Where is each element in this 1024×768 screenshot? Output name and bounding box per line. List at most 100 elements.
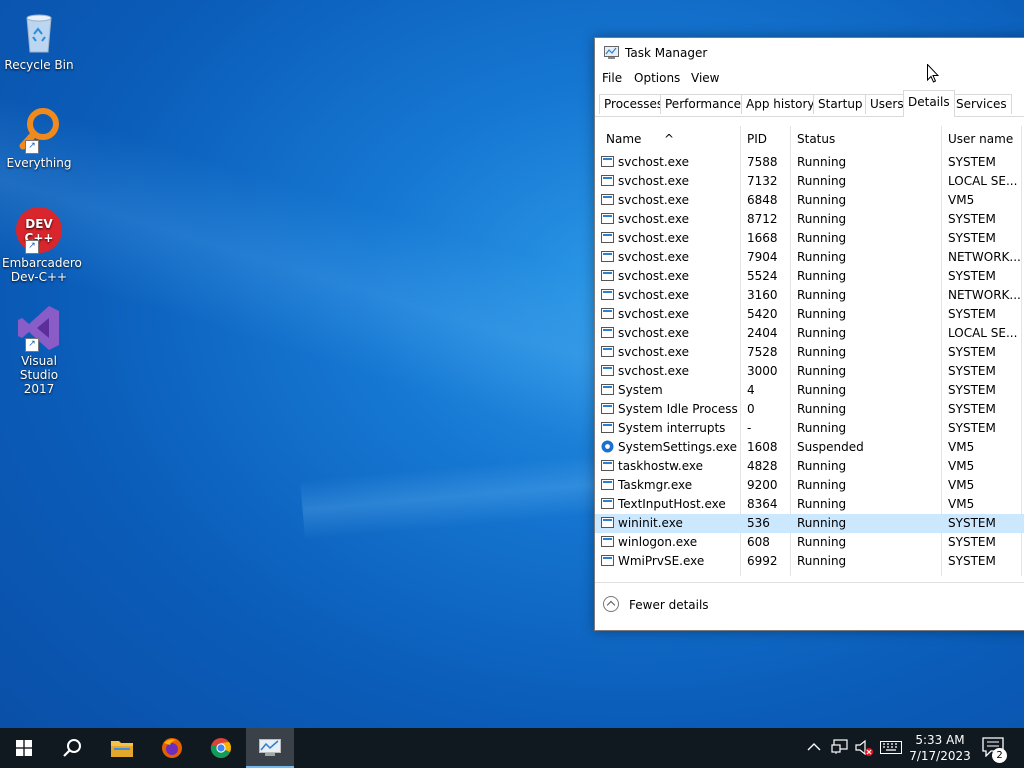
- tab-startup[interactable]: Startup: [813, 94, 868, 114]
- desktop-icon-recycle-bin[interactable]: Recycle Bin: [2, 8, 76, 72]
- pid-cell: 8712: [747, 212, 778, 226]
- task-manager-taskbar-button[interactable]: [246, 728, 294, 768]
- menu-bar: File Options View: [595, 69, 1024, 89]
- table-row[interactable]: svchost.exe 8712 Running SYSTEM: [595, 210, 1024, 229]
- window-title: Task Manager: [625, 46, 708, 60]
- tab-performance[interactable]: Performance: [660, 94, 747, 114]
- file-explorer-button[interactable]: [98, 728, 146, 768]
- status-cell: Suspended: [797, 440, 864, 454]
- firefox-icon: [162, 738, 182, 758]
- status-cell: Running: [797, 516, 847, 530]
- search-button[interactable]: [48, 728, 96, 768]
- desktop-icon-everything[interactable]: ↗ Everything: [2, 106, 76, 170]
- status-cell: Running: [797, 535, 847, 549]
- menu-view[interactable]: View: [691, 71, 719, 85]
- table-row[interactable]: svchost.exe 3000 Running SYSTEM: [595, 362, 1024, 381]
- process-name-cell: Taskmgr.exe: [618, 478, 693, 492]
- table-row[interactable]: svchost.exe 7132 Running LOCAL SE...: [595, 172, 1024, 191]
- process-name-cell: System Idle Process: [618, 402, 738, 416]
- chevron-up-icon[interactable]: [807, 742, 821, 752]
- status-cell: Running: [797, 478, 847, 492]
- column-header-pid[interactable]: PID: [747, 132, 767, 146]
- user-name-cell: LOCAL SE...: [948, 326, 1018, 340]
- pid-cell: 3000: [747, 364, 778, 378]
- tab-app-history[interactable]: App history: [741, 94, 820, 114]
- user-name-cell: SYSTEM: [948, 307, 996, 321]
- status-cell: Running: [797, 155, 847, 169]
- process-window-icon: [601, 251, 614, 262]
- table-row[interactable]: System 4 Running SYSTEM: [595, 381, 1024, 400]
- tab-details[interactable]: Details: [903, 90, 955, 117]
- column-header-name[interactable]: Name: [606, 132, 641, 146]
- pid-cell: 6848: [747, 193, 778, 207]
- table-row[interactable]: svchost.exe 5420 Running SYSTEM: [595, 305, 1024, 324]
- table-row[interactable]: taskhostw.exe 4828 Running VM5: [595, 457, 1024, 476]
- tab-services[interactable]: Services: [951, 94, 1012, 114]
- task-manager-icon: [259, 739, 281, 756]
- svg-text:DEV: DEV: [25, 217, 53, 231]
- process-name-cell: svchost.exe: [618, 174, 689, 188]
- process-window-icon: [601, 384, 614, 395]
- process-name-cell: taskhostw.exe: [618, 459, 703, 473]
- user-name-cell: VM5: [948, 459, 975, 473]
- process-window-icon: [601, 460, 614, 471]
- table-row[interactable]: winlogon.exe 608 Running SYSTEM: [595, 533, 1024, 552]
- status-cell: Running: [797, 250, 847, 264]
- tab-processes[interactable]: Processes: [599, 94, 669, 114]
- table-row[interactable]: svchost.exe 7904 Running NETWORK...: [595, 248, 1024, 267]
- table-row[interactable]: svchost.exe 1668 Running SYSTEM: [595, 229, 1024, 248]
- table-row[interactable]: svchost.exe 6848 Running VM5: [595, 191, 1024, 210]
- column-header-status[interactable]: Status: [797, 132, 835, 146]
- column-header-user-name[interactable]: User name: [948, 132, 1013, 146]
- menu-file[interactable]: File: [602, 71, 622, 85]
- table-row[interactable]: TextInputHost.exe 8364 Running VM5: [595, 495, 1024, 514]
- table-row[interactable]: svchost.exe 2404 Running LOCAL SE...: [595, 324, 1024, 343]
- table-row[interactable]: wininit.exe 536 Running SYSTEM: [595, 514, 1024, 533]
- shortcut-arrow-icon: ↗: [25, 140, 39, 154]
- system-clock[interactable]: 5:33 AM 7/17/2023: [908, 732, 972, 764]
- desktop-icon-label: Visual Studio 2017: [19, 354, 59, 396]
- table-row[interactable]: SystemSettings.exe 1608 Suspended VM5: [595, 438, 1024, 457]
- chevron-up-circle-icon[interactable]: [603, 596, 619, 612]
- process-window-icon: [601, 175, 614, 186]
- sort-ascending-icon: ^: [664, 132, 675, 146]
- user-name-cell: VM5: [948, 440, 975, 454]
- recycle-bin-icon: [15, 8, 63, 56]
- table-row[interactable]: Taskmgr.exe 9200 Running VM5: [595, 476, 1024, 495]
- table-row[interactable]: svchost.exe 7588 Running SYSTEM: [595, 153, 1024, 172]
- process-name-cell: svchost.exe: [618, 193, 689, 207]
- table-row[interactable]: svchost.exe 7528 Running SYSTEM: [595, 343, 1024, 362]
- desktop-icon-devcpp[interactable]: DEV C++ ↗ Embarcadero Dev-C++: [2, 206, 82, 284]
- settings-gear-icon: [601, 440, 614, 453]
- title-bar[interactable]: Task Manager: [595, 38, 1024, 68]
- table-row[interactable]: svchost.exe 3160 Running NETWORK...: [595, 286, 1024, 305]
- search-icon: [63, 739, 81, 757]
- network-icon[interactable]: [831, 739, 849, 755]
- table-row[interactable]: svchost.exe 5524 Running SYSTEM: [595, 267, 1024, 286]
- table-row[interactable]: System interrupts - Running SYSTEM: [595, 419, 1024, 438]
- pid-cell: 7904: [747, 250, 778, 264]
- pid-cell: 1668: [747, 231, 778, 245]
- menu-options[interactable]: Options: [634, 71, 680, 85]
- pid-cell: 9200: [747, 478, 778, 492]
- process-window-icon: [601, 517, 614, 528]
- user-name-cell: SYSTEM: [948, 364, 996, 378]
- status-cell: Running: [797, 288, 847, 302]
- process-name-cell: svchost.exe: [618, 345, 689, 359]
- keyboard-icon[interactable]: [880, 741, 902, 754]
- firefox-button[interactable]: [148, 728, 196, 768]
- fewer-details-link[interactable]: Fewer details: [629, 598, 709, 612]
- table-row[interactable]: System Idle Process 0 Running SYSTEM: [595, 400, 1024, 419]
- user-name-cell: VM5: [948, 497, 975, 511]
- desktop-icon-visual-studio[interactable]: ↗ Visual Studio 2017: [2, 304, 76, 396]
- chrome-button[interactable]: [197, 728, 245, 768]
- table-row[interactable]: WmiPrvSE.exe 6992 Running SYSTEM: [595, 552, 1024, 571]
- process-window-icon: [601, 365, 614, 376]
- process-name-cell: svchost.exe: [618, 364, 689, 378]
- process-name-cell: TextInputHost.exe: [618, 497, 726, 511]
- pid-cell: 8364: [747, 497, 778, 511]
- start-button[interactable]: [0, 728, 48, 768]
- volume-muted-icon[interactable]: [854, 739, 874, 757]
- process-name-cell: svchost.exe: [618, 231, 689, 245]
- user-name-cell: NETWORK...: [948, 288, 1021, 302]
